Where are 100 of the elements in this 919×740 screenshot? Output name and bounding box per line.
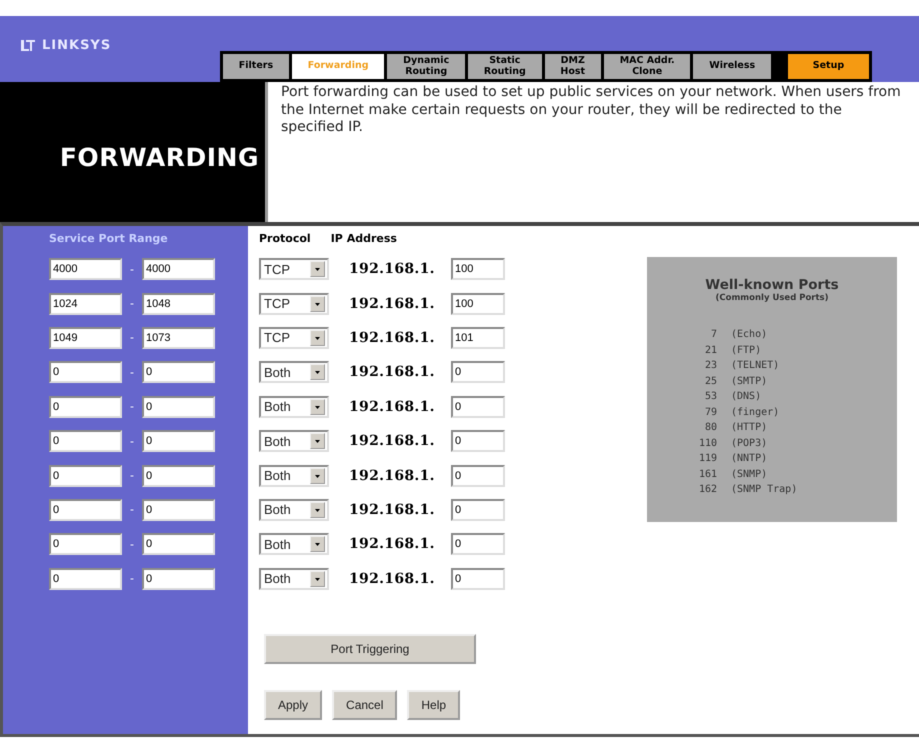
port-end-field[interactable]: 0 — [142, 396, 215, 418]
ip-prefix: 192.168.1. — [349, 468, 436, 484]
protocol-dropdown[interactable]: Both — [259, 396, 329, 418]
nav-tab[interactable]: Wireless — [693, 54, 771, 79]
ip-field[interactable]: 101 — [451, 326, 505, 349]
port-end-field[interactable]: 4000 — [142, 258, 215, 280]
port-number: 23 — [704, 359, 717, 373]
port-end-field[interactable]: 0 — [142, 498, 215, 521]
range-dash: - — [129, 572, 135, 586]
ip-prefix: 192.168.1. — [349, 364, 436, 380]
ip-field[interactable]: 0 — [451, 396, 505, 418]
port-start-field[interactable]: 1024 — [49, 292, 122, 315]
column-header: Protocol — [259, 232, 311, 247]
logo-icon — [20, 38, 36, 52]
column-header: Service Port Range — [49, 232, 169, 247]
port-number: 21 — [704, 344, 717, 358]
protocol-dropdown[interactable]: TCP — [259, 292, 329, 315]
service-name: (SMTP) — [731, 374, 768, 388]
service-name: (HTTP) — [731, 421, 768, 435]
nav-tab[interactable]: DMZ Host — [544, 54, 601, 79]
ip-field[interactable]: 0 — [451, 430, 505, 452]
ip-prefix: 192.168.1. — [349, 261, 436, 278]
nav-tab[interactable]: Setup — [788, 54, 869, 79]
port-end-field[interactable]: 0 — [142, 430, 215, 452]
port-triggering-button[interactable]: Port Triggering — [264, 634, 476, 664]
protocol-dropdown[interactable]: Both — [259, 464, 329, 487]
port-start-field[interactable]: 0 — [49, 396, 122, 418]
ip-field[interactable]: 0 — [451, 498, 505, 521]
service-name: (TELNET) — [731, 359, 780, 373]
port-end-field[interactable]: 0 — [142, 464, 215, 487]
nav-tab[interactable]: Static Routing — [468, 54, 542, 79]
range-dash: - — [129, 400, 135, 414]
column-header: IP Address — [330, 232, 397, 247]
port-start-field[interactable]: 0 — [49, 568, 122, 590]
ip-field[interactable]: 0 — [451, 533, 505, 556]
ip-field[interactable]: 100 — [451, 258, 505, 280]
ip-prefix: 192.168.1. — [349, 502, 436, 518]
port-end-field[interactable]: 0 — [142, 361, 215, 384]
logo: LINKSYS — [42, 38, 112, 52]
nav-tab[interactable]: Filters — [223, 54, 289, 79]
port-end-field[interactable]: 0 — [142, 568, 215, 590]
port-start-field[interactable]: 1049 — [49, 326, 122, 349]
port-number: 119 — [698, 452, 717, 466]
form-button[interactable]: Help — [407, 690, 460, 720]
ip-field[interactable]: 0 — [451, 464, 505, 487]
service-name: (SNMP Trap) — [731, 483, 798, 497]
panel-title: Well-known Ports — [704, 277, 840, 293]
protocol-dropdown[interactable]: Both — [259, 361, 329, 384]
range-dash: - — [129, 297, 135, 310]
ip-prefix: 192.168.1. — [349, 433, 436, 450]
port-number: 161 — [698, 468, 717, 482]
port-number: 7 — [710, 328, 717, 342]
protocol-dropdown[interactable]: Both — [259, 533, 329, 556]
service-name: (finger) — [731, 406, 780, 420]
port-start-field[interactable]: 0 — [49, 361, 122, 384]
protocol-dropdown[interactable]: TCP — [259, 258, 329, 280]
range-dash: - — [129, 538, 135, 551]
ip-prefix: 192.168.1. — [349, 536, 436, 552]
port-number: 162 — [698, 483, 717, 497]
port-number: 53 — [704, 390, 717, 404]
ip-prefix: 192.168.1. — [349, 570, 436, 587]
port-start-field[interactable]: 0 — [49, 498, 122, 521]
port-number: 25 — [704, 374, 717, 388]
service-name: (Echo) — [731, 328, 768, 342]
ip-field[interactable]: 0 — [451, 361, 505, 384]
port-end-field[interactable]: 1073 — [142, 326, 215, 349]
service-name: (SNMP) — [731, 468, 768, 482]
range-dash: - — [129, 331, 135, 344]
port-end-field[interactable]: 0 — [142, 533, 215, 556]
port-end-field[interactable]: 1048 — [142, 292, 215, 315]
page-title: FORWARDING — [60, 142, 259, 172]
protocol-dropdown[interactable]: Both — [259, 498, 329, 521]
port-start-field[interactable]: 0 — [49, 533, 122, 556]
port-start-field[interactable]: 4000 — [49, 258, 122, 280]
service-name: (NNTP) — [731, 452, 768, 466]
port-start-field[interactable]: 0 — [49, 430, 122, 452]
port-start-field[interactable]: 0 — [49, 464, 122, 487]
service-name: (FTP) — [731, 344, 762, 358]
form-button[interactable]: Apply — [264, 690, 322, 720]
form-button[interactable]: Cancel — [332, 690, 398, 720]
service-name: (DNS) — [731, 390, 762, 404]
protocol-dropdown[interactable]: TCP — [259, 326, 329, 349]
protocol-dropdown[interactable]: Both — [259, 430, 329, 452]
panel-subtitle: (Commonly Used Ports) — [714, 293, 830, 303]
ip-field[interactable]: 0 — [451, 568, 505, 590]
ip-prefix: 192.168.1. — [349, 296, 436, 312]
nav-tab[interactable]: MAC Addr. Clone — [604, 54, 690, 79]
port-number: 80 — [704, 421, 717, 435]
nav-tab[interactable]: Dynamic Routing — [387, 54, 466, 79]
port-number: 110 — [698, 436, 717, 450]
port-number: 79 — [704, 406, 717, 420]
ip-field[interactable]: 100 — [451, 292, 505, 315]
ip-prefix: 192.168.1. — [349, 398, 436, 415]
range-dash: - — [129, 503, 135, 516]
protocol-dropdown[interactable]: Both — [259, 568, 329, 590]
range-dash: - — [129, 434, 135, 448]
service-name: (POP3) — [731, 436, 768, 450]
description-text: Port forwarding can be used to set up public services on your network. When users from the Internet make certain requests on your router, they will be redirected to the specified IP. — [281, 84, 902, 136]
range-dash: - — [129, 469, 135, 482]
range-dash: - — [129, 262, 135, 276]
